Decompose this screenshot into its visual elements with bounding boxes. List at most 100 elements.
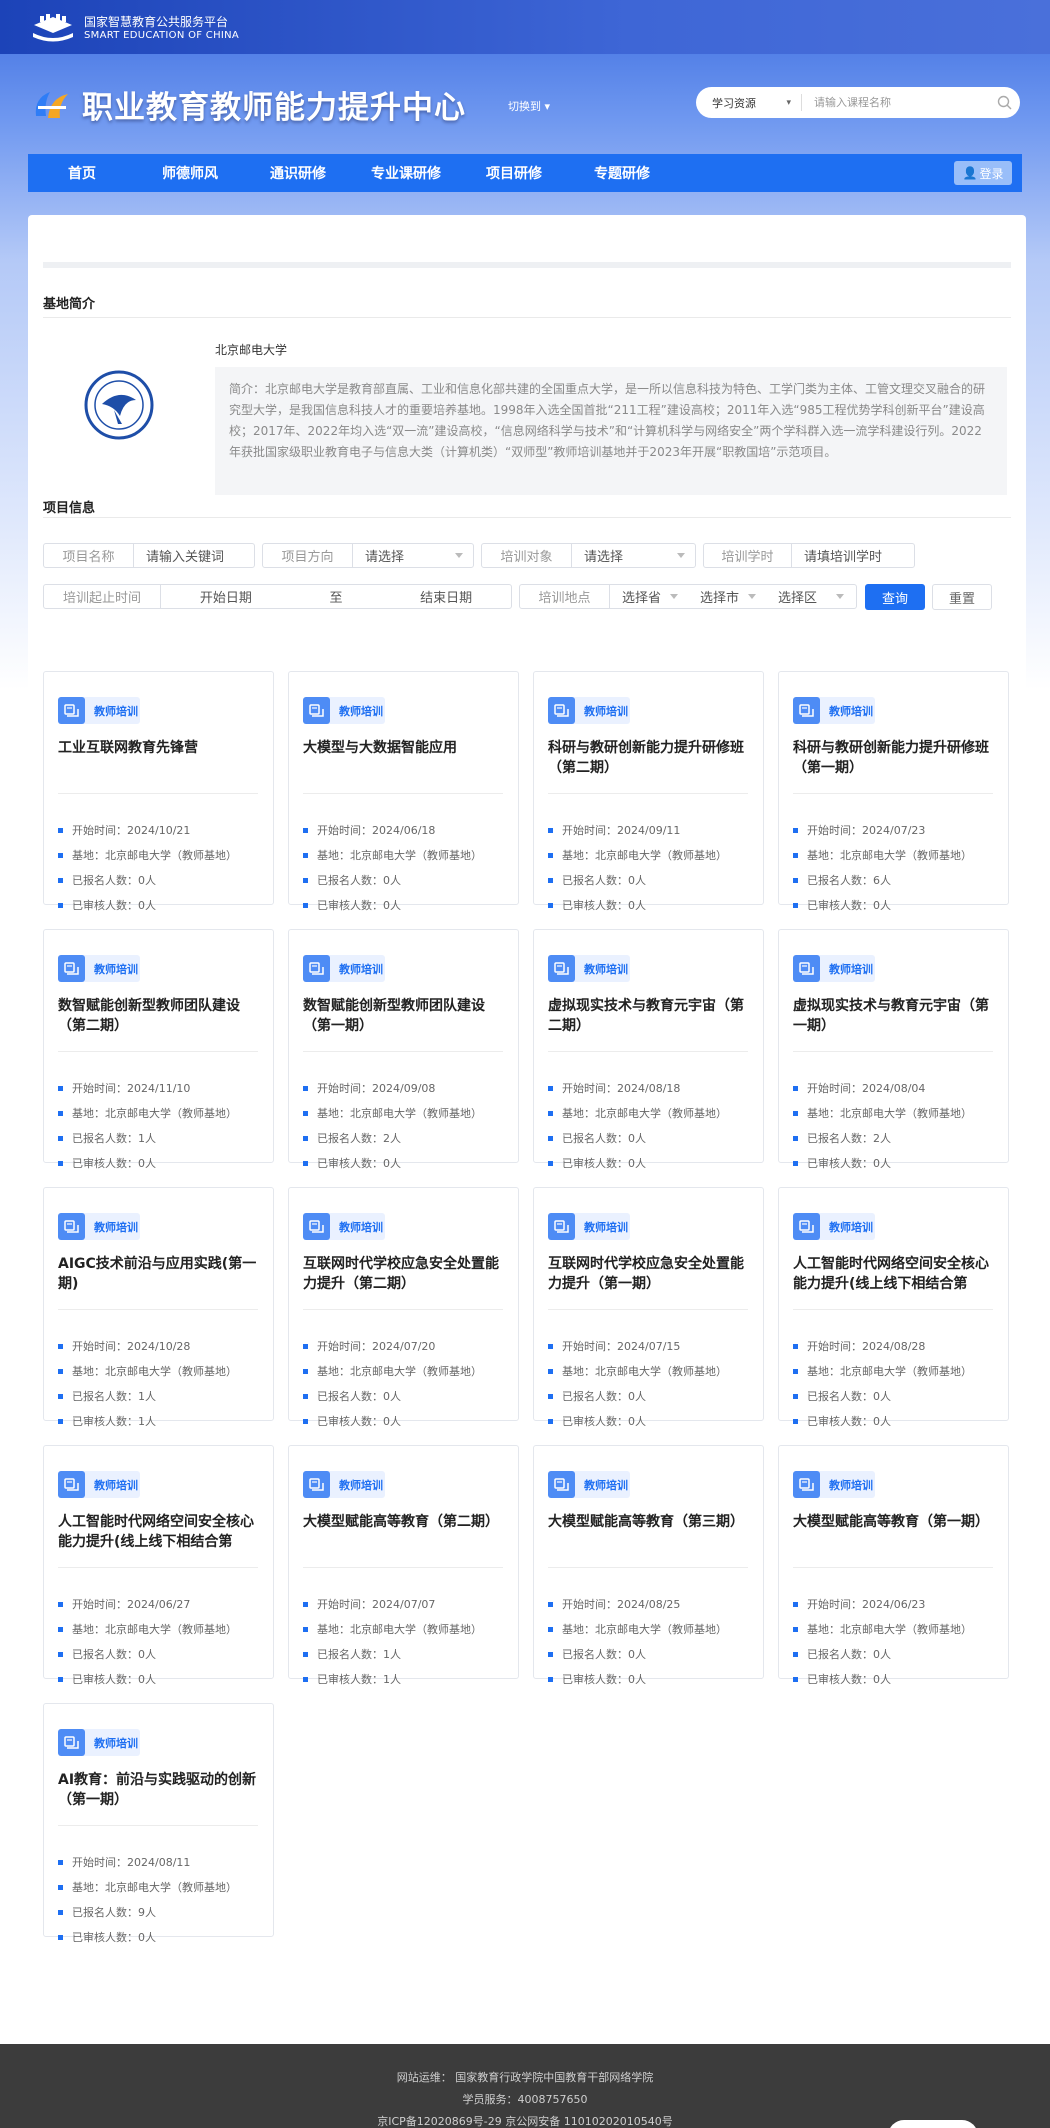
course-title[interactable]: 数智赋能创新型教师团队建设（第一期）	[303, 996, 503, 1036]
course-enrolled-row: 已报名人数： 0人	[548, 1130, 646, 1146]
project-direction-label: 项目方向	[263, 544, 353, 567]
course-base-label: 基地：	[317, 1623, 350, 1636]
bullet-icon	[793, 1160, 798, 1166]
course-card[interactable]: 教师培训 科研与教研创新能力提升研修班（第一期） 开始时间： 2024/07/23 基地…	[778, 671, 1009, 912]
course-card[interactable]: 教师培训 互联网时代学校应急安全处置能力提升（第二期） 开始时间： 2024/07/2…	[288, 1187, 519, 1428]
nav-item-topic[interactable]: 专题研修	[568, 163, 676, 183]
city-select[interactable]: 选择市	[688, 585, 766, 608]
course-card[interactable]: 教师培训 AIGC技术前沿与应用实践(第一期) 开始时间： 2024/10/28 基地：…	[43, 1187, 274, 1428]
course-title[interactable]: 数智赋能创新型教师团队建设（第二期）	[58, 996, 258, 1036]
course-enrolled-label: 已报名人数：	[72, 1132, 138, 1145]
bullet-icon	[58, 1909, 63, 1915]
training-period-range[interactable]: 开始日期 至 结束日期	[161, 585, 511, 608]
course-reviewed-label: 已审核人数：	[72, 899, 138, 912]
divider	[43, 517, 1011, 518]
course-type-badge: 教师培训	[793, 955, 875, 982]
course-title[interactable]: AI教育：前沿与实践驱动的创新（第一期）	[58, 1770, 258, 1810]
course-start-value: 2024/06/23	[862, 1597, 926, 1611]
course-title[interactable]: 虚拟现实技术与教育元宇宙（第一期）	[793, 996, 993, 1036]
course-card[interactable]: 教师培训 AI教育：前沿与实践驱动的创新（第一期） 开始时间： 2024/08/11 基…	[43, 1703, 274, 1944]
nav-item-home[interactable]: 首页	[28, 163, 136, 183]
course-title[interactable]: AIGC技术前沿与应用实践(第一期)	[58, 1254, 258, 1294]
course-type-badge: 教师培训	[303, 1213, 385, 1240]
course-enrolled-row: 已报名人数： 0人	[58, 872, 156, 888]
bullet-icon	[793, 1110, 798, 1116]
course-title[interactable]: 互联网时代学校应急安全处置能力提升（第二期）	[303, 1254, 503, 1294]
divider	[303, 1051, 503, 1052]
course-title[interactable]: 大模型与大数据智能应用	[303, 738, 503, 778]
course-card[interactable]: 教师培训 数智赋能创新型教师团队建设（第一期） 开始时间： 2024/09/08 基地：…	[288, 929, 519, 1170]
course-card[interactable]: 教师培训 科研与教研创新能力提升研修班（第二期） 开始时间： 2024/09/11 基地…	[533, 671, 764, 912]
course-title[interactable]: 虚拟现实技术与教育元宇宙（第二期）	[548, 996, 748, 1036]
course-base-label: 基地：	[807, 1623, 840, 1636]
reset-button[interactable]: 重置	[932, 584, 992, 610]
start-date-input[interactable]: 开始日期	[200, 587, 252, 606]
course-enrolled-label: 已报名人数：	[562, 1648, 628, 1661]
bullet-icon	[548, 877, 553, 883]
search-category-value: 学习资源	[712, 96, 756, 110]
course-card[interactable]: 教师培训人工智能时代网络空间安全核心能力提升(线上线下相结合第一… 开始时间：20…	[43, 1445, 274, 1686]
search-input[interactable]	[802, 96, 982, 109]
course-base-value: 北京邮电大学（教师基地）	[105, 1365, 237, 1378]
course-title[interactable]: 人工智能时代网络空间安全核心能力提升(线上线下相结合第一…	[58, 1512, 258, 1552]
search-category-select[interactable]: 学习资源 ▾	[696, 94, 802, 111]
course-base-label: 基地：	[72, 1881, 105, 1894]
center-logo-icon	[35, 92, 68, 118]
course-start-value: 2024/11/10	[127, 1081, 191, 1095]
course-card[interactable]: 教师培训 大模型赋能高等教育（第三期） 开始时间： 2024/08/25 基地： 北京邮电…	[533, 1445, 764, 1686]
nav-item-project[interactable]: 项目研修	[460, 163, 568, 183]
course-title[interactable]: 科研与教研创新能力提升研修班（第一期）	[793, 738, 993, 778]
course-card[interactable]: 教师培训 大模型赋能高等教育（第二期） 开始时间： 2024/07/07 基地： 北京邮电…	[288, 1445, 519, 1686]
course-start-value: 2024/07/20	[372, 1339, 436, 1353]
course-reviewed-value: 0人	[383, 899, 401, 912]
switch-dropdown[interactable]: 切换到 ▾	[508, 98, 550, 114]
query-button[interactable]: 查询	[865, 584, 925, 610]
bullet-icon	[303, 1368, 308, 1374]
platform-logo-icon[interactable]	[30, 13, 76, 43]
course-title[interactable]: 大模型赋能高等教育（第三期）	[548, 1512, 748, 1552]
course-title[interactable]: 大模型赋能高等教育（第二期）	[303, 1512, 503, 1552]
course-reviewed-value: 0人	[138, 1931, 156, 1944]
course-base-label: 基地：	[317, 1107, 350, 1120]
course-card[interactable]: 教师培训 互联网时代学校应急安全处置能力提升（第一期） 开始时间： 2024/07/1…	[533, 1187, 764, 1428]
training-hours-input[interactable]: 请填培训学时	[792, 544, 914, 567]
province-select[interactable]: 选择省	[610, 585, 688, 608]
project-direction-select[interactable]: 请选择	[353, 544, 473, 567]
course-card[interactable]: 教师培训 大模型赋能高等教育（第一期） 开始时间： 2024/06/23 基地： 北京邮电…	[778, 1445, 1009, 1686]
course-start-label: 开始时间：	[72, 1598, 127, 1611]
course-base-label: 基地：	[562, 1107, 595, 1120]
bullet-icon	[58, 1884, 63, 1890]
course-card[interactable]: 教师培训人工智能时代网络空间安全核心能力提升(线上线下相结合第二… 开始时间：20…	[778, 1187, 1009, 1428]
course-enrolled-value: 0人	[383, 1390, 401, 1403]
bullet-icon	[303, 1651, 308, 1657]
course-base-row: 基地： 北京邮电大学（教师基地）	[548, 847, 727, 863]
bullet-icon	[548, 1110, 553, 1116]
book-icon	[58, 1213, 85, 1240]
nav-item-general[interactable]: 通识研修	[244, 163, 352, 183]
nav-item-professional[interactable]: 专业课研修	[352, 163, 460, 183]
course-card[interactable]: 教师培训 工业互联网教育先锋营 开始时间： 2024/10/21 基地： 北京邮电大学（教…	[43, 671, 274, 912]
bullet-icon	[303, 1676, 308, 1682]
course-card[interactable]: 教师培训 数智赋能创新型教师团队建设（第二期） 开始时间： 2024/11/10 基地：…	[43, 929, 274, 1170]
course-title[interactable]: 科研与教研创新能力提升研修班（第二期）	[548, 738, 748, 778]
course-card[interactable]: 教师培训 大模型与大数据智能应用 开始时间： 2024/06/18 基地： 北京邮电大学（…	[288, 671, 519, 912]
divider	[548, 1051, 748, 1052]
district-select[interactable]: 选择区	[766, 585, 854, 608]
end-date-input[interactable]: 结束日期	[420, 587, 472, 606]
course-title[interactable]: 互联网时代学校应急安全处置能力提升（第一期）	[548, 1254, 748, 1294]
training-target-select[interactable]: 请选择	[572, 544, 695, 567]
page-title: 职业教育教师能力提升中心	[82, 90, 466, 126]
project-name-input[interactable]: 请输入关键词	[134, 544, 254, 567]
course-card[interactable]: 教师培训 虚拟现实技术与教育元宇宙（第一期） 开始时间： 2024/08/04 基地：北…	[778, 929, 1009, 1170]
course-card[interactable]: 教师培训 虚拟现实技术与教育元宇宙（第二期） 开始时间： 2024/08/18 基地：北…	[533, 929, 764, 1170]
course-start-value: 2024/08/04	[862, 1081, 926, 1095]
course-start-row: 开始时间： 2024/07/15	[548, 1338, 680, 1354]
login-button[interactable]: 👤 登录	[954, 161, 1012, 185]
course-title[interactable]: 工业互联网教育先锋营	[58, 738, 258, 778]
course-title[interactable]: 大模型赋能高等教育（第一期）	[793, 1512, 993, 1552]
divider	[58, 793, 258, 794]
course-title[interactable]: 人工智能时代网络空间安全核心能力提升(线上线下相结合第二…	[793, 1254, 993, 1294]
search-icon[interactable]	[997, 95, 1012, 110]
nav-item-ethics[interactable]: 师德师风	[136, 163, 244, 183]
bullet-icon	[793, 1651, 798, 1657]
